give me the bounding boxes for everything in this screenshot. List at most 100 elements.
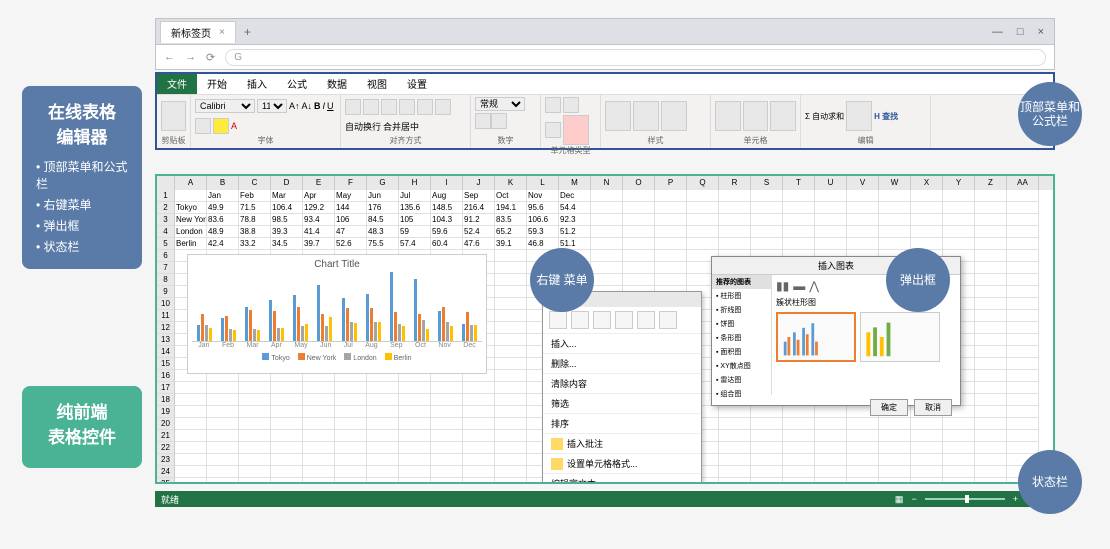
ribbon-tab-0[interactable]: 文件 [157,74,197,94]
cell[interactable]: Feb [239,190,271,202]
cell[interactable]: 98.5 [271,214,303,226]
context-menu-item[interactable]: 插入批注 [543,433,701,453]
spreadsheet[interactable]: ABCDEFGHIJKLMNOPQRSTUVWXYZAA1JanFebMarAp… [155,174,1055,484]
column-header[interactable]: P [655,176,687,190]
chart-type-line-icon[interactable]: ⋀ [809,279,819,293]
row-header[interactable]: 19 [157,406,175,418]
cell[interactable]: New York [175,214,207,226]
column-header[interactable]: Y [943,176,975,190]
zoom-slider[interactable] [925,498,1005,500]
cell[interactable]: 60.4 [431,238,463,250]
cell[interactable]: 57.4 [399,238,431,250]
paste-option-icon[interactable] [593,311,611,329]
dialog-cancel-button[interactable]: 取消 [914,399,952,416]
cell[interactable]: 39.3 [271,226,303,238]
cell[interactable]: 41.4 [303,226,335,238]
celltype-button[interactable] [545,122,561,138]
celltype-button[interactable] [545,97,561,113]
cell[interactable]: 105 [399,214,431,226]
ribbon-tab-5[interactable]: 视图 [357,74,397,94]
dialog-sidebar-item[interactable]: ▪ 折线图 [712,303,771,317]
wrap-text-button[interactable]: 自动换行 [345,120,381,133]
chart-preview[interactable] [776,312,856,362]
dialog-sidebar-item[interactable]: ▪ 柱形图 [712,289,771,303]
row-header[interactable]: 2 [157,202,175,214]
cell[interactable]: 106 [335,214,367,226]
address-input[interactable]: G [225,49,1046,66]
font-size-select[interactable]: 11 [257,99,287,113]
cell[interactable]: 59.6 [431,226,463,238]
ribbon-tab-4[interactable]: 数据 [317,74,357,94]
row-header[interactable]: 18 [157,394,175,406]
context-menu-item[interactable]: 插入... [543,333,701,353]
row-header[interactable]: 5 [157,238,175,250]
cell[interactable]: 65.2 [495,226,527,238]
cell[interactable]: 34.5 [271,238,303,250]
format-button[interactable] [770,101,796,131]
dialog-ok-button[interactable]: 确定 [870,399,908,416]
cell[interactable]: 194.1 [495,202,527,214]
row-header[interactable]: 12 [157,322,175,334]
paste-option-icon[interactable] [615,311,633,329]
cell[interactable]: 75.5 [367,238,399,250]
new-tab-icon[interactable]: + [244,25,251,39]
dialog-sidebar-item[interactable]: ▪ XY散点图 [712,359,771,373]
sort-filter-button[interactable] [846,101,872,131]
row-header[interactable]: 4 [157,226,175,238]
cell[interactable]: 83.5 [495,214,527,226]
font-name-select[interactable]: Calibri [195,99,255,113]
row-header[interactable]: 14 [157,346,175,358]
cell[interactable]: 78.8 [239,214,271,226]
dialog-sidebar-item[interactable]: ▪ 饼图 [712,317,771,331]
cell[interactable]: 59 [399,226,431,238]
dialog-sidebar-item[interactable]: ▪ 条形图 [712,331,771,345]
view-normal-icon[interactable]: ▦ [895,494,904,505]
font-color-button[interactable]: A [231,121,237,131]
delete-celltype-button[interactable] [563,115,589,145]
ribbon-tab-3[interactable]: 公式 [277,74,317,94]
cell[interactable]: 91.2 [463,214,495,226]
cell[interactable]: 129.2 [303,202,335,214]
cell[interactable] [175,190,207,202]
column-header[interactable]: O [623,176,655,190]
number-format-select[interactable]: 常规 [475,97,525,111]
window-close-icon[interactable]: × [1038,26,1044,38]
cell[interactable]: London [175,226,207,238]
window-minimize-icon[interactable]: — [992,26,1003,38]
column-header[interactable]: Z [975,176,1007,190]
cell[interactable]: 48.3 [367,226,399,238]
cell[interactable]: 51.2 [559,226,591,238]
cell[interactable]: 71.5 [239,202,271,214]
row-header[interactable]: 17 [157,382,175,394]
paste-option-icon[interactable] [549,311,567,329]
cell[interactable]: 49.9 [207,202,239,214]
cell[interactable]: Berlin [175,238,207,250]
cell[interactable]: 92.3 [559,214,591,226]
row-header[interactable]: 15 [157,358,175,370]
paste-option-icon[interactable] [637,311,655,329]
column-header[interactable]: B [207,176,239,190]
align-top-button[interactable] [345,99,361,115]
autosum-button[interactable]: Σ 自动求和 [805,111,844,122]
bold-button[interactable]: B [314,101,321,111]
paste-option-icon[interactable] [659,311,677,329]
align-bottom-button[interactable] [381,99,397,115]
column-header[interactable]: S [751,176,783,190]
cell[interactable]: 95.6 [527,202,559,214]
chart-type-stacked-icon[interactable]: ▬ [793,279,805,293]
row-header[interactable]: 9 [157,286,175,298]
cell[interactable]: 106.6 [527,214,559,226]
row-header[interactable]: 10 [157,298,175,310]
cell[interactable]: 104.3 [431,214,463,226]
row-header[interactable]: 1 [157,190,175,202]
cell[interactable]: Apr [303,190,335,202]
row-header[interactable]: 8 [157,274,175,286]
chart-type-bar-icon[interactable]: ▮▮ [776,279,789,293]
column-header[interactable]: M [559,176,591,190]
context-menu-item[interactable]: 筛选 [543,393,701,413]
cell[interactable]: Jun [367,190,399,202]
cell[interactable]: 106.4 [271,202,303,214]
column-header[interactable]: U [815,176,847,190]
cell[interactable]: Nov [527,190,559,202]
tab-close-icon[interactable]: × [219,27,225,38]
